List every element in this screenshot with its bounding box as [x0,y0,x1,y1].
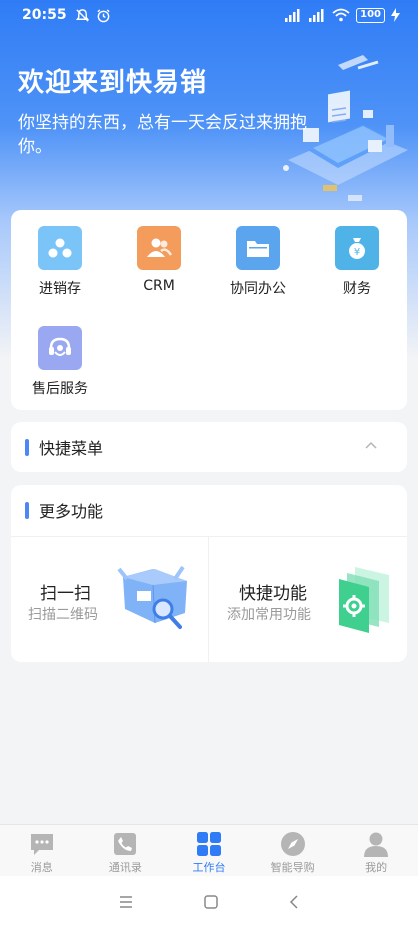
app-crm[interactable]: CRM [110,226,208,294]
back-icon[interactable] [288,895,300,909]
quick-menu-title: 快捷菜单 [39,439,104,458]
app-after-sales[interactable]: 售后服务 [11,326,109,398]
shortcut-button[interactable]: 快捷功能 添加常用功能 [209,537,407,662]
app-label: 财务 [343,281,371,297]
signal-icon [285,8,300,22]
shortcut-title: 快捷功能 [239,584,307,604]
tab-messages[interactable]: 消息 [0,825,84,876]
tab-smart-guide[interactable]: 智能导购 [251,825,335,876]
message-icon [30,834,53,855]
folder-icon [236,226,280,270]
app-label: 售后服务 [32,381,88,397]
tab-label: 消息 [30,861,53,874]
more-functions-title: 更多功能 [39,502,104,521]
chevron-up-icon[interactable] [365,440,377,452]
app-inventory[interactable]: 进销存 [11,226,109,298]
isometric-illustration [283,55,408,201]
wifi-icon [332,8,350,22]
section-accent-bar [25,501,29,519]
mute-notification-icon [75,8,89,22]
battery-indicator: 100 [356,7,385,23]
tab-mine[interactable]: 我的 [334,825,418,876]
home-icon[interactable] [204,895,218,909]
welcome-title: 欢迎来到快易销 [18,68,208,98]
money-bag-icon: ¥ [335,226,379,270]
phone-icon [114,833,137,855]
more-functions-card: 更多功能 扫一扫 扫描二维码 快捷功能 添加常用功能 [11,485,407,662]
app-finance[interactable]: ¥ 财务 [308,226,406,298]
signal-icon-2 [309,8,324,22]
app-office[interactable]: 协同办公 [209,226,307,298]
grid-icon [196,832,221,856]
menu-icon[interactable] [118,895,134,909]
svg-text:¥: ¥ [354,247,360,258]
inventory-icon [38,226,82,270]
quick-menu-card[interactable]: 快捷菜单 [11,422,407,472]
scan-subtitle: 扫描二维码 [28,607,98,623]
app-label: 进销存 [39,281,81,297]
app-label: CRM [143,278,175,294]
tab-workbench[interactable]: 工作台 [167,825,251,876]
app-grid-card: 进销存 CRM 协同办公 ¥ 财务 售后服务 [11,210,407,410]
welcome-subtitle: 你坚持的东西，总有一天会反过来拥抱你。 [18,113,307,157]
scan-button[interactable]: 扫一扫 扫描二维码 [11,537,209,662]
tab-label: 工作台 [192,861,226,874]
status-bar: 20:55 100 [0,0,418,30]
bottom-tab-bar: 消息 通讯录 工作台 智能导购 我的 [0,824,418,876]
status-time: 20:55 [22,7,67,23]
tab-label: 我的 [365,861,388,874]
tab-label: 通讯录 [108,861,142,874]
scan-title: 扫一扫 [40,584,91,604]
contacts-icon [137,226,181,270]
app-label: 协同办公 [230,281,286,297]
user-icon [364,832,389,857]
service-icon [38,326,82,370]
shortcut-subtitle: 添加常用功能 [227,607,311,623]
system-navigation-bar [0,876,418,928]
alarm-icon [96,8,110,22]
gear-icon [339,567,389,633]
tab-label: 智能导购 [270,861,315,874]
section-accent-bar [25,438,29,456]
charging-icon [391,8,400,22]
tab-contacts[interactable]: 通讯录 [84,825,168,876]
compass-icon [280,832,305,856]
scan-illustration-icon [117,565,187,629]
